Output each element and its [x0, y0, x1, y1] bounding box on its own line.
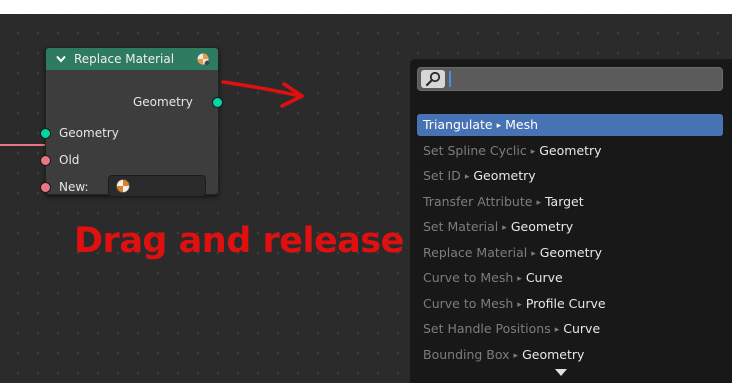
input-old-socket[interactable]: [40, 155, 51, 166]
node-editor-canvas[interactable]: Replace Material Geometry Geometry Old N…: [0, 14, 732, 383]
result-socket-name: Geometry: [539, 142, 602, 158]
node-link-wire[interactable]: [0, 144, 45, 146]
play-arrow-icon: ▸: [496, 121, 502, 131]
material-selector-field[interactable]: [108, 175, 206, 197]
search-result-item[interactable]: Bounding Box ▸ Geometry: [417, 344, 723, 366]
result-socket-name: Mesh: [505, 117, 539, 132]
material-ball-icon: [116, 179, 130, 193]
play-arrow-icon: ▸: [531, 248, 536, 259]
play-arrow-icon: ▸: [513, 350, 519, 361]
play-arrow-icon: ▸: [554, 325, 560, 335]
play-arrow-icon: ▸: [517, 274, 522, 284]
search-result-item[interactable]: Set ID ▸ Geometry: [417, 165, 723, 187]
result-node-name: Bounding Box: [423, 346, 510, 362]
node-header[interactable]: Replace Material: [46, 48, 218, 70]
input-new-socket[interactable]: [40, 182, 51, 193]
result-socket-name: Target: [544, 193, 584, 209]
play-arrow-icon: ▸: [536, 197, 541, 208]
search-result-item[interactable]: Transfer Attribute ▸ Target: [417, 191, 723, 213]
result-node-name: Transfer Attribute: [423, 193, 533, 209]
result-node-name: Set Material: [423, 219, 499, 234]
result-node-name: Set Handle Positions: [423, 321, 551, 336]
result-socket-name: Curve: [525, 270, 563, 285]
search-result-item[interactable]: Curve to Mesh ▸ Curve: [417, 267, 723, 289]
magnifier-icon: [421, 70, 445, 88]
search-result-item[interactable]: Triangulate ▸ Mesh: [417, 114, 723, 136]
play-arrow-icon: ▸: [530, 146, 536, 157]
input-new-label: New:: [59, 180, 89, 194]
drag-and-release-annotation: Drag and release: [74, 221, 404, 261]
result-socket-name: Geometry: [510, 219, 574, 234]
replace-material-node[interactable]: Replace Material Geometry Geometry Old N…: [40, 47, 223, 197]
red-arrow-annotation: [221, 80, 304, 108]
search-input[interactable]: [417, 67, 723, 91]
chevron-down-icon[interactable]: [56, 55, 66, 63]
link-drag-search-menu[interactable]: Triangulate ▸ Mesh Set Spline Cyclic ▸ Geomet…: [410, 59, 732, 383]
result-node-name: Curve to Mesh: [423, 295, 514, 311]
output-geometry-label: Geometry: [133, 95, 193, 109]
result-node-name: Set Spline Cyclic: [423, 142, 527, 158]
input-geometry-socket[interactable]: [40, 128, 51, 139]
node-title: Replace Material: [74, 52, 175, 66]
search-result-item[interactable]: Set Spline Cyclic ▸ Geometry: [417, 140, 723, 162]
result-socket-name: Geometry: [473, 168, 536, 183]
result-socket-name: Profile Curve: [525, 295, 606, 311]
triangle-down-icon[interactable]: [555, 369, 567, 376]
result-node-name: Replace Material: [423, 244, 528, 260]
input-geometry-label: Geometry: [59, 126, 119, 140]
result-socket-name: Geometry: [522, 346, 585, 362]
result-node-name: Curve to Mesh: [423, 270, 514, 285]
play-arrow-icon: ▸: [502, 223, 507, 233]
material-node-icon: [197, 53, 210, 66]
result-node-name: Triangulate: [423, 117, 493, 132]
input-old-label: Old: [59, 153, 80, 167]
play-arrow-icon: ▸: [464, 172, 470, 182]
search-result-item[interactable]: Replace Material ▸ Geometry: [417, 242, 723, 264]
result-node-name: Set ID: [423, 168, 461, 183]
text-cursor: [449, 71, 451, 87]
search-result-item[interactable]: Set Material ▸ Geometry: [417, 216, 723, 238]
play-arrow-icon: ▸: [517, 299, 522, 310]
search-result-item[interactable]: Set Handle Positions ▸ Curve: [417, 318, 723, 340]
result-socket-name: Curve: [563, 321, 601, 336]
result-socket-name: Geometry: [539, 244, 603, 260]
search-result-item[interactable]: Curve to Mesh ▸ Profile Curve: [417, 293, 723, 315]
